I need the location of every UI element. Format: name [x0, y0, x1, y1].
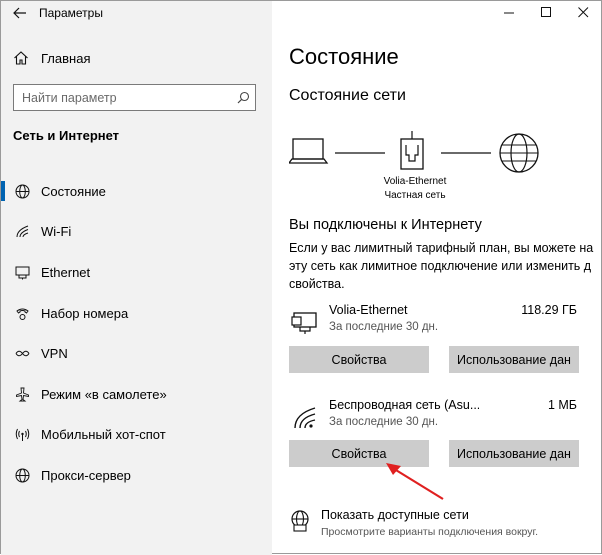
show-networks-title: Показать доступные сети [321, 508, 469, 522]
close-icon [578, 6, 589, 17]
wifi-icon [13, 224, 31, 239]
sidebar-item-label: Набор номера [41, 305, 129, 321]
internet-globe-icon [499, 133, 539, 173]
sidebar-nav: Состояние Wi-Fi Ethernet Набор номера VP… [1, 171, 272, 496]
sidebar-item-vpn[interactable]: VPN [1, 333, 272, 374]
search-icon[interactable] [231, 91, 255, 104]
ethernet-monitor-icon [291, 312, 317, 334]
diagram-network-type: Частная сеть [384, 190, 446, 201]
ethernet-port-icon [400, 131, 424, 170]
section-heading: Сеть и Интернет [13, 128, 120, 143]
connection-usage-size: 118.29 ГБ [521, 303, 577, 317]
proxy-globe-icon [13, 468, 31, 483]
ethernet-icon [13, 265, 31, 280]
connection-period: За последние 30 дн. [329, 416, 439, 428]
metered-description: Если у вас лимитный тарифный план, вы мо… [289, 239, 602, 293]
connection-usage-size: 1 МБ [547, 398, 577, 412]
sidebar-item-label: VPN [41, 346, 68, 362]
desc-line: Если у вас лимитный тарифный план, вы мо… [289, 241, 594, 255]
sidebar-item-label: Wi-Fi [41, 224, 72, 240]
back-arrow-icon [13, 7, 26, 19]
ethernet-data-usage-button[interactable]: Использование дан [449, 346, 579, 373]
sidebar-item-wifi[interactable]: Wi-Fi [1, 212, 272, 253]
network-globe-icon [291, 510, 309, 532]
app-title: Параметры [39, 6, 103, 20]
window-controls [491, 1, 602, 23]
laptop-icon [289, 138, 329, 164]
connection-name: Volia-Ethernet [329, 303, 408, 317]
annotation-arrow [386, 463, 444, 500]
close-button[interactable] [565, 1, 602, 23]
connection-wireless: Беспроводная сеть (Asu... За последние 3… [289, 396, 602, 436]
search-input[interactable] [14, 85, 231, 110]
home-icon [13, 50, 31, 66]
sidebar-item-label: Прокси-сервер [41, 467, 131, 483]
connection-name: Беспроводная сеть (Asu... [329, 398, 479, 412]
minimize-icon [504, 12, 514, 13]
diagram-network-name: Volia-Ethernet [383, 176, 447, 187]
airplane-icon [13, 387, 31, 402]
sidebar-item-label: Мобильный хот-спот [41, 427, 166, 443]
vpn-icon [13, 346, 31, 361]
wifi-signal-icon [294, 407, 316, 429]
sidebar-home-label: Главная [41, 50, 91, 66]
settings-window: Параметры Главная Сеть и Интернет Состоя… [0, 0, 602, 555]
wireless-data-usage-button[interactable]: Использование дан [449, 440, 579, 467]
minimize-button[interactable] [491, 1, 528, 23]
desc-line: свойства. [289, 277, 345, 291]
network-status-heading: Состояние сети [289, 87, 406, 104]
search-box[interactable] [13, 84, 256, 111]
sidebar-item-label: Состояние [41, 183, 106, 199]
ethernet-properties-button[interactable]: Свойства [289, 346, 429, 373]
phone-icon [13, 306, 31, 321]
connected-heading: Вы подключены к Интернету [289, 217, 482, 233]
show-networks-subtitle: Просмотрите варианты подключения вокруг. [321, 526, 538, 538]
sidebar-item-label: Режим «в самолете» [41, 386, 167, 402]
sidebar-item-status[interactable]: Состояние [1, 171, 272, 212]
maximize-icon [541, 6, 551, 17]
desc-line: эту сеть как лимитное подключение или из… [289, 259, 592, 273]
sidebar-item-label: Ethernet [41, 264, 91, 280]
sidebar: Параметры Главная Сеть и Интернет Состоя… [1, 1, 272, 555]
connection-ethernet: Volia-Ethernet За последние 30 дн. 118.2… [289, 301, 602, 341]
maximize-button[interactable] [528, 1, 565, 23]
connection-period: За последние 30 дн. [329, 321, 439, 333]
sidebar-item-home[interactable]: Главная [1, 41, 272, 75]
sidebar-item-ethernet[interactable]: Ethernet [1, 252, 272, 293]
sidebar-item-hotspot[interactable]: Мобильный хот-спот [1, 415, 272, 456]
back-button[interactable] [1, 1, 39, 25]
title-bar: Параметры [1, 1, 272, 25]
show-available-networks-link[interactable]: Показать доступные сети Просмотрите вари… [289, 506, 602, 546]
page-title: Состояние [289, 44, 399, 69]
globe-icon [13, 184, 31, 199]
hotspot-icon [13, 427, 31, 442]
sidebar-item-proxy[interactable]: Прокси-сервер [1, 455, 272, 496]
sidebar-item-dialup[interactable]: Набор номера [1, 293, 272, 334]
sidebar-item-airplane[interactable]: Режим «в самолете» [1, 374, 272, 415]
